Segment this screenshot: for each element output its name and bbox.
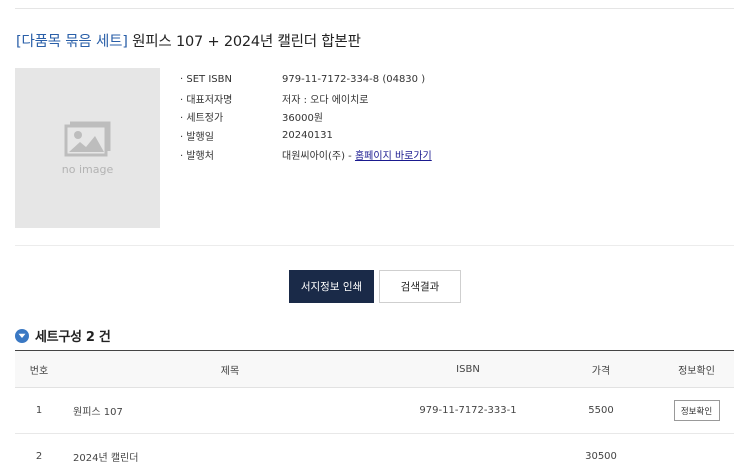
top-divider [15,8,734,9]
table-row: 2 2024년 캘린더 30500 [15,434,734,468]
info-value: 저자 : 오다 에이치로 [282,94,369,106]
row-title: 2024년 캘린더 [73,453,139,464]
info-value: 대원씨아이(주) - [282,150,355,162]
row-num: 1 [35,405,43,416]
search-results-button[interactable]: 검색결과 [379,270,461,303]
row-price: 5500 [588,405,614,416]
homepage-link[interactable]: 홈페이지 바로가기 [355,147,432,162]
book-info-list: SET ISBN 979-11-7172-334-8 (04830 ) 대표저자… [180,70,432,164]
title-text: 원피스 107 + 2024년 캘린더 합본판 [132,34,361,50]
cover-image-placeholder: no image [15,68,160,228]
info-value: 36000원 [282,113,324,125]
image-placeholder-icon [64,121,111,157]
table-row: 1 원피스 107 979-11-7172-333-1 5500 정보확인 [15,388,734,434]
info-check-button[interactable]: 정보확인 [673,400,720,421]
info-value: 20240131 [282,129,333,141]
header-info: 정보확인 [678,365,715,377]
info-label: 세트정가 [180,109,282,124]
title-tag: [다품목 묶음 세트] [16,34,128,50]
section-divider [15,245,734,246]
table-header: 번호 제목 ISBN 가격 정보확인 [15,350,734,388]
info-value: 979-11-7172-334-8 (04830 ) [282,73,426,85]
info-label: 대표저자명 [180,91,282,106]
print-bibliography-button[interactable]: 서지정보 인쇄 [289,270,374,303]
info-label: 발행일 [180,128,282,143]
header-title: 제목 [220,365,240,377]
info-price: 세트정가 36000원 [180,107,432,126]
set-composition-header: 세트구성 2 건 [15,326,111,345]
row-info-cell: 정보확인 [665,388,728,433]
header-isbn: ISBN [456,363,480,375]
row-price: 30500 [585,451,617,462]
set-composition-table: 번호 제목 ISBN 가격 정보확인 1 원피스 107 979-11-7172… [15,350,734,468]
info-publisher: 발행처 대원씨아이(주) - 홈페이지 바로가기 [180,145,432,164]
info-pub-date: 발행일 20240131 [180,126,432,145]
row-title: 원피스 107 [73,407,123,418]
chevron-down-circle-icon [15,328,29,343]
section-title: 세트구성 2 건 [35,330,111,345]
info-label: 발행처 [180,147,282,162]
info-author: 대표저자명 저자 : 오다 에이치로 [180,89,432,108]
row-num: 2 [35,451,43,462]
header-price: 가격 [591,365,611,377]
row-isbn [393,434,543,468]
no-image-caption: no image [61,163,114,176]
row-isbn: 979-11-7172-333-1 [419,405,517,416]
info-set-isbn: SET ISBN 979-11-7172-334-8 (04830 ) [180,70,432,89]
header-num: 번호 [29,365,49,377]
info-label: SET ISBN [180,74,282,85]
page-title: [다품목 묶음 세트] 원피스 107 + 2024년 캘린더 합본판 [16,30,361,51]
